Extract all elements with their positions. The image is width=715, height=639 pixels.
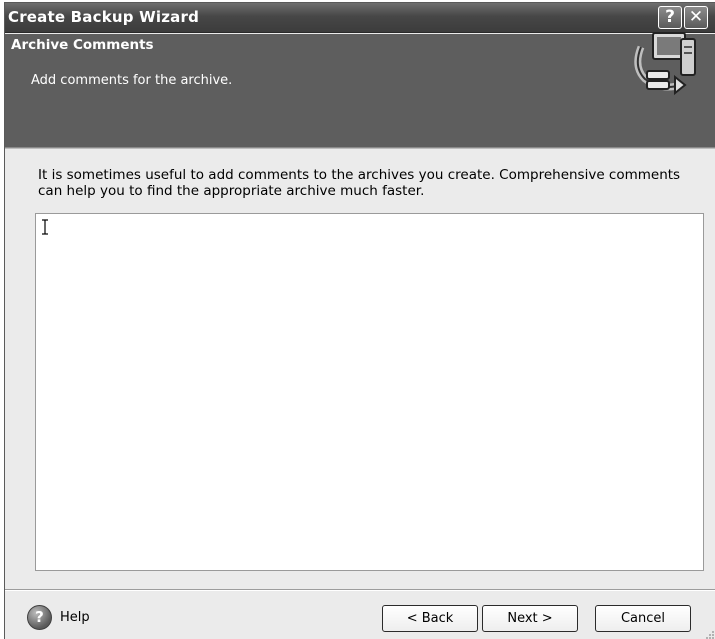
archive-comment-input[interactable] — [35, 213, 704, 571]
back-button[interactable]: < Back — [382, 605, 478, 632]
title-help-button[interactable]: ? — [658, 6, 682, 29]
help-link[interactable]: ? Help — [27, 603, 90, 631]
cancel-button[interactable]: Cancel — [595, 605, 691, 632]
window-title: Create Backup Wizard — [8, 8, 200, 26]
help-icon[interactable]: ? — [27, 604, 52, 630]
description-text: It is sometimes useful to add comments t… — [38, 167, 681, 199]
resize-grip-icon[interactable] — [705, 629, 715, 639]
header-title: Archive Comments — [11, 37, 154, 53]
next-button[interactable]: Next > — [482, 605, 578, 632]
text-cursor-icon — [42, 219, 48, 235]
title-close-button[interactable]: ✕ — [684, 6, 708, 29]
title-bar[interactable]: Create Backup Wizard ? ✕ — [5, 3, 715, 33]
computer-backup-icon — [634, 32, 696, 96]
help-label[interactable]: Help — [60, 610, 90, 625]
footer-separator — [5, 589, 715, 591]
wizard-window: Create Backup Wizard ? ✕ Archive Comment… — [4, 2, 715, 639]
header-separator — [5, 147, 715, 149]
header-subtitle: Add comments for the archive. — [31, 73, 233, 88]
